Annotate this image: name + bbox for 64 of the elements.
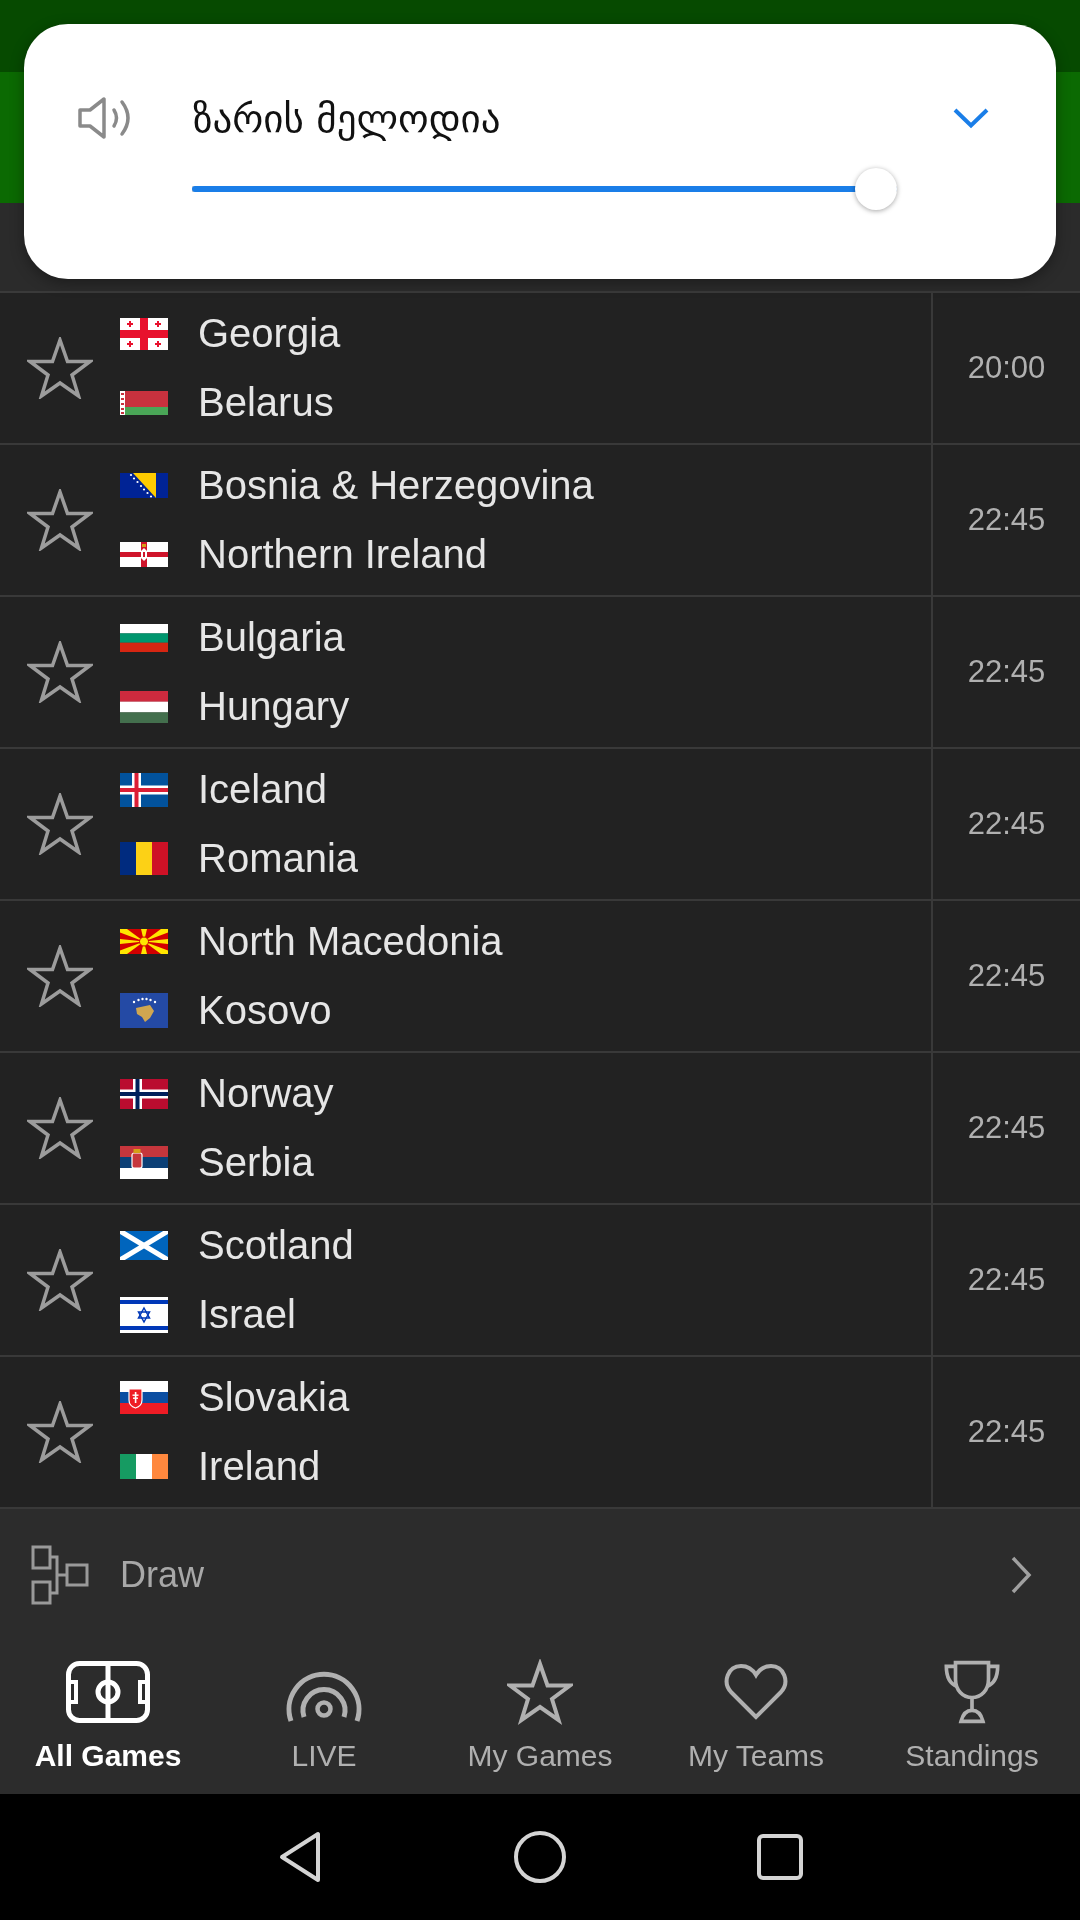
- flag-icon: [120, 317, 168, 350]
- flag-icon: [120, 842, 168, 875]
- home-icon[interactable]: [513, 1830, 567, 1884]
- match-time: 22:45: [967, 806, 1046, 842]
- team-name: Belarus: [198, 380, 334, 425]
- nav-tab[interactable]: My Teams: [648, 1641, 864, 1794]
- chevron-down-icon[interactable]: [952, 107, 990, 129]
- flag-icon: [120, 390, 168, 415]
- flag-icon: [120, 1381, 168, 1414]
- nav-tab[interactable]: All Games: [0, 1641, 216, 1794]
- match-time: 22:45: [967, 654, 1046, 690]
- team-name: Slovakia: [198, 1375, 350, 1420]
- star-icon[interactable]: [27, 1097, 93, 1159]
- nav-tab[interactable]: Standings: [864, 1641, 1080, 1794]
- match-time: 22:45: [967, 502, 1046, 538]
- team-name: Kosovo: [198, 988, 332, 1033]
- popup-title: ზარის მელოდია: [193, 95, 501, 141]
- soccer-field-icon: [66, 1659, 150, 1725]
- flag-icon: [120, 690, 168, 723]
- match-time: 22:45: [967, 1414, 1046, 1450]
- team-name: Israel: [198, 1292, 296, 1337]
- team-name: Iceland: [198, 767, 327, 812]
- team-name: Norway: [198, 1071, 334, 1116]
- team-name: Hungary: [198, 684, 350, 729]
- star-icon[interactable]: [27, 793, 93, 855]
- flag-icon: [120, 1146, 168, 1179]
- team-name: Romania: [198, 836, 359, 881]
- team-name: North Macedonia: [198, 919, 503, 964]
- team-name: Scotland: [198, 1223, 354, 1268]
- recents-icon[interactable]: [757, 1834, 803, 1880]
- flag-icon: [120, 623, 168, 652]
- nav-tab[interactable]: My Games: [432, 1641, 648, 1794]
- chevron-right-icon: [1010, 1555, 1032, 1595]
- team-name: Bulgaria: [198, 615, 345, 660]
- star-icon[interactable]: [27, 1401, 93, 1463]
- team-name: Ireland: [198, 1444, 321, 1489]
- slider-thumb[interactable]: [855, 168, 897, 210]
- team-name: Bosnia & Herzegovina: [198, 463, 594, 508]
- match-time: 22:45: [967, 1262, 1046, 1298]
- flag-icon: [120, 1078, 168, 1109]
- flag-icon: [120, 929, 168, 954]
- flag-icon: [120, 542, 168, 567]
- flag-icon: [120, 473, 168, 498]
- bracket-icon: [31, 1545, 89, 1605]
- star-icon: [507, 1659, 573, 1725]
- back-icon[interactable]: [278, 1830, 322, 1884]
- match-time: 22:45: [967, 1110, 1046, 1146]
- flag-icon: [120, 993, 168, 1028]
- star-icon[interactable]: [27, 1249, 93, 1311]
- star-icon[interactable]: [27, 489, 93, 551]
- team-name: Georgia: [198, 311, 341, 356]
- match-time: 20:00: [967, 350, 1046, 386]
- flag-icon: [120, 1231, 168, 1260]
- team-name: Serbia: [198, 1140, 314, 1185]
- star-icon[interactable]: [27, 337, 93, 399]
- draw-link[interactable]: Draw: [0, 1509, 1080, 1641]
- star-icon[interactable]: [27, 945, 93, 1007]
- match-time: 22:45: [967, 958, 1046, 994]
- star-icon[interactable]: [27, 641, 93, 703]
- flag-icon: [120, 1296, 168, 1333]
- flag-icon: [120, 772, 168, 807]
- nav-tab[interactable]: LIVE: [216, 1641, 432, 1794]
- flag-icon: [120, 1454, 168, 1479]
- team-name: Northern Ireland: [198, 532, 488, 577]
